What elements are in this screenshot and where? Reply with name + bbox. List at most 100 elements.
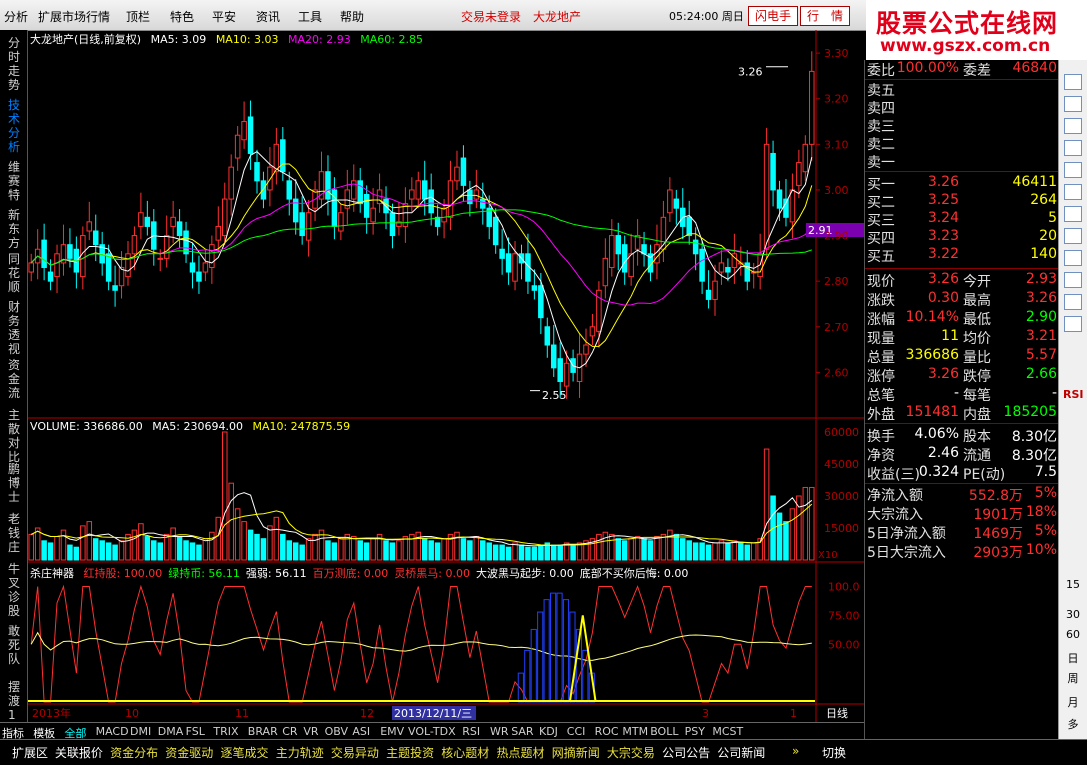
indicator-tab-20[interactable]: ROC	[595, 725, 619, 738]
toolbar-chart-icon[interactable]	[1064, 206, 1082, 222]
indicator-tab-14[interactable]: VOL-TDX	[408, 725, 456, 738]
indicator-tab-4[interactable]: DMI	[130, 725, 151, 738]
left-tab-5[interactable]: 财务透视	[8, 300, 22, 356]
toolbar-chart-icon[interactable]	[1064, 250, 1082, 266]
right-tool-6[interactable]: 月	[1063, 694, 1083, 710]
indicator-tab-9[interactable]: CR	[282, 725, 297, 738]
bottom-tab-9[interactable]: 热点题材	[497, 744, 545, 761]
toolbar-chart-icon[interactable]	[1064, 118, 1082, 134]
buy-level-0-value: 3.26	[927, 174, 959, 190]
right-tool-1[interactable]: 15	[1063, 578, 1083, 591]
indicator-tab-8[interactable]: BRAR	[248, 725, 278, 738]
quote-button[interactable]: 行 情	[800, 6, 850, 26]
buy-level-2: 买三 3.24 5	[867, 210, 1057, 229]
right-tool-7[interactable]: 多	[1063, 716, 1083, 732]
indicator-tab-19[interactable]: CCI	[567, 725, 586, 738]
menu-pingan[interactable]: 平安	[212, 8, 236, 25]
stat-row-7-value: 151481	[905, 404, 959, 420]
indicator-tab-15[interactable]: RSI	[462, 725, 480, 738]
left-tab-11[interactable]: 敢死队	[8, 624, 22, 666]
bottom-tab-7[interactable]: 主题投资	[386, 744, 434, 761]
bottom-tab-5[interactable]: 主力轨迹	[276, 744, 324, 761]
toolbar-chart-icon[interactable]	[1064, 316, 1082, 332]
stat-row-3-label: 现量	[867, 331, 895, 347]
left-tab-9[interactable]: 老钱庄	[8, 512, 22, 554]
menu-news[interactable]: 资讯	[256, 8, 280, 25]
indicator-tab-5[interactable]: DMA	[158, 725, 184, 738]
volume-bar	[396, 540, 402, 561]
left-tab-7[interactable]: 主散对比	[8, 408, 22, 464]
indicator-tab-18[interactable]: KDJ	[539, 725, 558, 738]
stat2-row-2-value: 0.324	[918, 464, 959, 480]
trade-login-status[interactable]: 交易未登录	[461, 8, 521, 25]
quote-info-panel: 委比 100.00% 委差 46840 卖五 卖四 卖三 卖二 卖一 买一 3.26 46411 买二 3…	[864, 60, 1059, 756]
bottom-tab-1[interactable]: 关联报价	[55, 744, 103, 761]
candle-body	[221, 198, 228, 237]
indicator-tab-6[interactable]: FSL	[186, 725, 205, 738]
indicator-tab-11[interactable]: OBV	[325, 725, 348, 738]
right-tool-5[interactable]: 周	[1063, 670, 1083, 686]
left-tab-0[interactable]: 分时走势	[8, 36, 22, 92]
indicator-tab-16[interactable]: WR	[490, 725, 509, 738]
menu-features[interactable]: 特色	[170, 8, 194, 25]
toolbar-chart-icon[interactable]	[1064, 272, 1082, 288]
bottom-tab-8[interactable]: 核心题材	[441, 744, 489, 761]
toolbar-chart-icon[interactable]	[1064, 294, 1082, 310]
bottom-tab-13[interactable]: 公司新闻	[717, 744, 765, 761]
menu-analysis[interactable]: 分析	[4, 8, 28, 25]
indicator-tab-24[interactable]: MCST	[712, 725, 743, 738]
chart-area[interactable]: 3.30 3.20 3.10 3.00 2.91 2.90 2.80 2.70 2.60 3.26…	[28, 30, 866, 722]
volume-bar	[680, 538, 686, 561]
bottom-tab-2[interactable]: 资金分布	[110, 744, 158, 761]
menu-help[interactable]: 帮助	[340, 8, 364, 25]
indicator-tab-12[interactable]: ASI	[352, 725, 370, 738]
indicator-tab-23[interactable]: PSY	[685, 725, 705, 738]
bottom-tab-6[interactable]: 交易异动	[331, 744, 379, 761]
stat2-row-0: 换手 4.06% 股本 8.30亿	[867, 426, 1057, 445]
more-button[interactable]: »	[792, 744, 799, 758]
menu-top-bar[interactable]: 顶栏	[126, 8, 150, 25]
left-tab-12[interactable]: 摆渡1	[8, 680, 22, 722]
toolbar-chart-icon[interactable]	[1064, 184, 1082, 200]
indicator-tab-21[interactable]: MTM	[622, 725, 648, 738]
volume-bar	[338, 538, 344, 561]
toolbar-chart-icon[interactable]	[1064, 162, 1082, 178]
toolbar-chart-icon[interactable]	[1064, 228, 1082, 244]
bottom-tab-3[interactable]: 资金驱动	[165, 744, 213, 761]
bottom-tab-11[interactable]: 大宗交易	[607, 744, 655, 761]
volume-bar	[570, 544, 576, 561]
left-tab-2[interactable]: 维赛特	[8, 160, 22, 202]
left-tab-4[interactable]: 同花顺	[8, 252, 22, 294]
indicator-tab-7[interactable]: TRIX	[213, 725, 238, 738]
right-tool-4[interactable]: 日	[1063, 650, 1083, 666]
indicator-tab-13[interactable]: EMV	[380, 725, 404, 738]
bottom-tab-12[interactable]: 公司公告	[662, 744, 710, 761]
indicator-tab-17[interactable]: SAR	[511, 725, 533, 738]
bottom-tab-10[interactable]: 网摘新闻	[552, 744, 600, 761]
left-tab-6[interactable]: 资金流	[8, 358, 22, 400]
toolbar-chart-icon[interactable]	[1064, 74, 1082, 90]
menu-tools[interactable]: 工具	[298, 8, 322, 25]
indicator-tab-10[interactable]: VR	[303, 725, 318, 738]
volume-bar	[731, 540, 738, 561]
right-tool-0[interactable]: RSI	[1063, 388, 1084, 401]
stat2-row-0-label2: 股本	[963, 429, 991, 445]
left-tab-8[interactable]: 鹏博士	[8, 462, 22, 504]
bottom-tab-4[interactable]: 逐笔成交	[221, 744, 269, 761]
volume-bar	[789, 508, 796, 561]
switch-button[interactable]: 切换	[822, 744, 846, 761]
price-panel-title: 大龙地产(日线,前复权)	[30, 33, 142, 46]
toolbar-chart-icon[interactable]	[1064, 96, 1082, 112]
toolbar-chart-icon[interactable]	[1064, 140, 1082, 156]
left-tab-1[interactable]: 技术分析	[8, 98, 22, 154]
bottom-tab-0[interactable]: 扩展区	[12, 744, 48, 761]
kline-chart[interactable]: 3.303.203.103.002.912.902.802.702.603.26…	[28, 30, 866, 722]
right-tool-2[interactable]: 30	[1063, 608, 1083, 621]
left-tab-10[interactable]: 牛叉诊股	[8, 562, 22, 618]
indicator-tab-22[interactable]: BOLL	[650, 725, 678, 738]
left-tab-3[interactable]: 新东方	[8, 208, 22, 250]
indicator-tab-3[interactable]: MACD	[96, 725, 129, 738]
flash-trade-button[interactable]: 闪电手	[748, 6, 798, 26]
menu-extended-market[interactable]: 扩展市场行情	[38, 8, 110, 25]
right-tool-3[interactable]: 60	[1063, 628, 1083, 641]
